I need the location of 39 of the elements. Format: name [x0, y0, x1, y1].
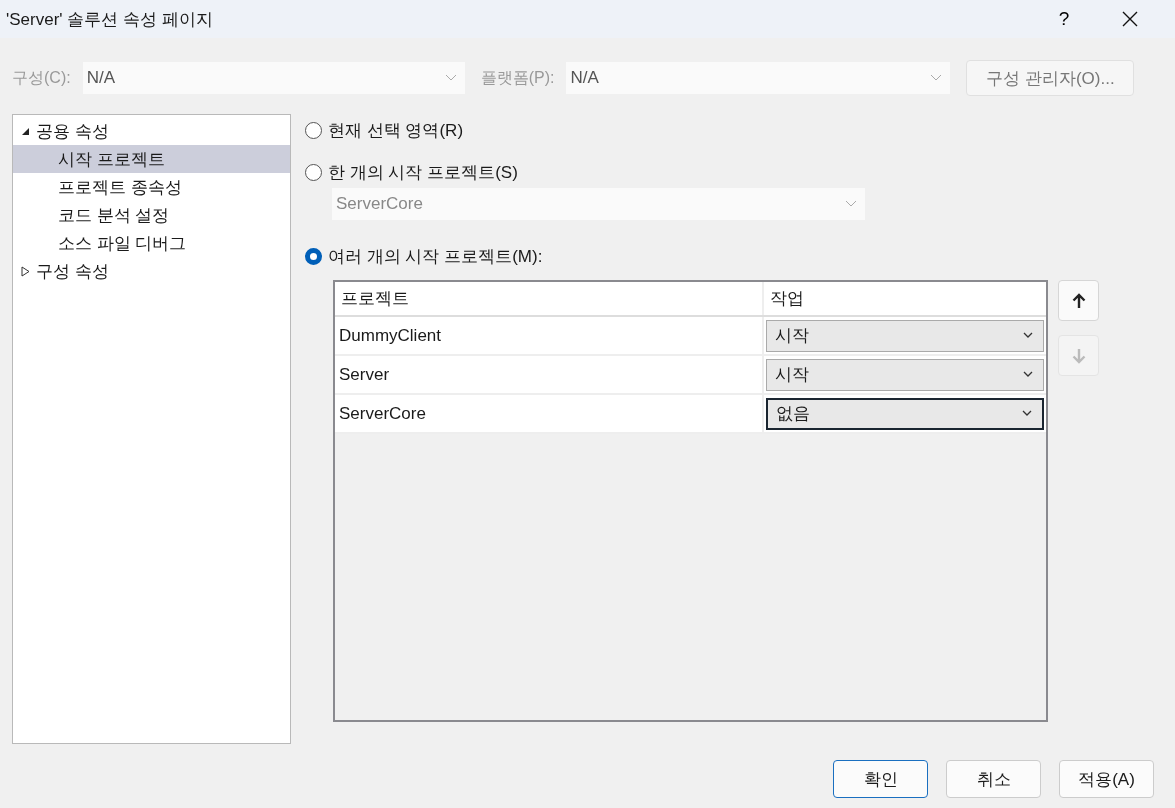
collapsed-triangle-icon: [21, 265, 30, 277]
arrow-down-icon: [1071, 347, 1086, 364]
move-up-button[interactable]: [1058, 280, 1099, 321]
close-icon: [1121, 10, 1139, 28]
dialog-button[interactable]: 확인: [833, 760, 928, 798]
tree-item[interactable]: 프로젝트 종속성: [13, 173, 290, 201]
radio-button[interactable]: [305, 121, 322, 139]
radio-button[interactable]: [305, 163, 322, 181]
help-button[interactable]: ?: [1039, 1, 1089, 37]
radio-button[interactable]: [305, 247, 322, 265]
dialog-button[interactable]: 취소: [946, 760, 1041, 798]
radio-option[interactable]: 현재 선택 영역(R): [305, 116, 1154, 144]
arrow-up-icon: [1071, 292, 1086, 309]
table-cell-text: Server: [338, 363, 391, 386]
chevron-down-icon: [845, 200, 857, 208]
radio-option[interactable]: 여러 개의 시작 프로젝트(M):: [305, 242, 1154, 270]
action-dropdown[interactable]: 시작: [766, 319, 1044, 352]
platform-label: 플랫폼(P):: [480, 67, 555, 88]
chevron-down-icon: [444, 74, 457, 82]
expanded-triangle-icon: [21, 126, 30, 136]
dialog-button[interactable]: 적용(A): [1059, 760, 1154, 798]
action-dropdown[interactable]: 시작: [766, 358, 1044, 391]
chevron-down-icon: [1023, 332, 1033, 339]
chevron-down-icon: [930, 74, 943, 82]
tree-item[interactable]: 시작 프로젝트: [13, 145, 290, 173]
configuration-label: 구성(C):: [12, 67, 71, 88]
action-dropdown[interactable]: 없음: [766, 397, 1044, 430]
column-header[interactable]: 프로젝트: [335, 282, 762, 315]
table-cell-text: ServerCore: [338, 402, 427, 425]
table-cell-text: DummyClient: [338, 324, 443, 347]
tree-item[interactable]: 소스 파일 디버그: [13, 229, 290, 257]
tree-item[interactable]: 구성 속성: [13, 257, 290, 285]
chevron-down-icon: [1022, 410, 1032, 417]
column-header[interactable]: 작업: [762, 282, 1046, 315]
tree-item[interactable]: 코드 분석 설정: [13, 201, 290, 229]
radio-option[interactable]: 한 개의 시작 프로젝트(S): [305, 158, 1154, 186]
chevron-down-icon: [1023, 371, 1033, 378]
window-title: 'Server' 솔루션 속성 페이지: [6, 8, 214, 31]
tree-item[interactable]: 공용 속성: [13, 117, 290, 145]
